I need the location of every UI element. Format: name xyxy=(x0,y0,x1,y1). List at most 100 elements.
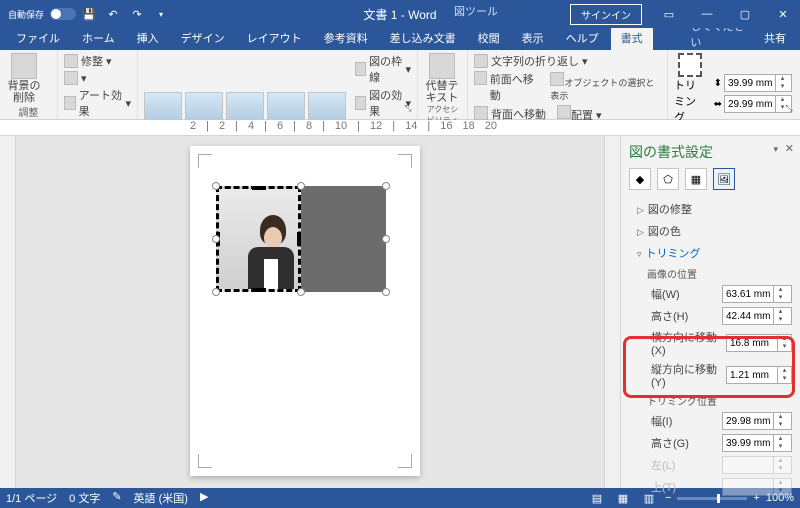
tab-insert[interactable]: 挿入 xyxy=(127,26,169,50)
width-icon: ⬌ xyxy=(714,99,722,110)
fill-line-tab-icon[interactable]: ◆ xyxy=(629,168,651,190)
crop-mark xyxy=(198,154,212,168)
color-icon xyxy=(64,71,78,85)
selection-pane-button[interactable]: オブジェクトの選択と表示 xyxy=(550,72,661,102)
dialog-launcher-icon[interactable]: ⤡ xyxy=(782,103,796,117)
qat-more-icon[interactable]: ▾ xyxy=(150,3,172,25)
ribbon: 背景の 削除 調整 修整 ▾ ▾ アート効果 ▾ 図の枠線 ▾ 図の効果 ▾ 図… xyxy=(0,50,800,120)
proofing-icon[interactable]: ✎ xyxy=(112,490,121,506)
macro-icon[interactable]: ▶ xyxy=(200,490,208,506)
crop-left-input: ▴▾ xyxy=(722,456,792,474)
page-count[interactable]: 1/1 ページ xyxy=(6,490,57,506)
vertical-scrollbar[interactable] xyxy=(604,136,620,488)
crop-mark xyxy=(398,154,412,168)
section-color[interactable]: 図の色 xyxy=(629,220,792,242)
crop-top-input: ▴▾ xyxy=(722,478,792,496)
read-mode-icon[interactable]: ▤ xyxy=(587,490,607,506)
tab-home[interactable]: ホーム xyxy=(72,26,125,50)
remove-background-button[interactable]: 背景の 削除 xyxy=(6,53,42,104)
tab-mailings[interactable]: 差し込み文書 xyxy=(380,26,466,50)
vertical-ruler[interactable] xyxy=(0,136,16,488)
tab-layout[interactable]: レイアウト xyxy=(237,26,312,50)
group-label: 調整 xyxy=(6,104,51,120)
art-icon xyxy=(64,96,76,110)
picture-border-button[interactable]: 図の枠線 ▾ xyxy=(355,53,411,85)
pane-close-icon[interactable]: ✕ xyxy=(785,142,794,155)
crop-region[interactable] xyxy=(216,186,301,292)
resize-handle[interactable] xyxy=(297,182,305,190)
redo-icon[interactable]: ↷ xyxy=(126,3,148,25)
layout-tab-icon[interactable]: ▦ xyxy=(685,168,707,190)
autosave-switch[interactable] xyxy=(50,8,76,20)
tab-review[interactable]: 校閲 xyxy=(468,26,510,50)
effects-icon xyxy=(355,96,366,110)
ribbon-display-icon[interactable]: ▭ xyxy=(652,0,686,28)
fwd-icon xyxy=(474,71,487,85)
document-area[interactable] xyxy=(0,136,620,488)
color-button[interactable]: ▾ xyxy=(64,71,131,85)
horizontal-ruler[interactable]: 2|2|4|6|8|10|12|14|161820 xyxy=(0,120,800,136)
save-icon[interactable]: 💾 xyxy=(78,3,100,25)
tab-help[interactable]: ヘルプ xyxy=(556,26,609,50)
border-icon xyxy=(355,62,366,76)
resize-handle[interactable] xyxy=(382,235,390,243)
tab-format[interactable]: 書式 xyxy=(611,26,653,50)
wrap-icon xyxy=(474,54,488,68)
format-picture-pane: 図の書式設定 ▾ ✕ ◆ ⬠ ▦ 🖼 図の修整 図の色 トリミング 画像の位置 … xyxy=(620,136,800,488)
resize-handle[interactable] xyxy=(212,235,220,243)
resize-handle[interactable] xyxy=(382,182,390,190)
language-button[interactable]: 英語 (米国) xyxy=(134,490,188,506)
pane-menu-icon[interactable]: ▾ xyxy=(773,144,778,155)
resize-handle[interactable] xyxy=(382,288,390,296)
text-wrap-button[interactable]: 文字列の折り返し ▾ xyxy=(474,53,661,69)
person-illustration xyxy=(246,209,296,289)
close-icon[interactable]: ✕ xyxy=(766,0,800,28)
dialog-launcher-icon[interactable]: ⤡ xyxy=(401,103,415,117)
crop-handle-right[interactable] xyxy=(297,232,301,246)
crop-icon xyxy=(678,53,702,77)
field-label: 幅(W) xyxy=(651,286,680,302)
word-count[interactable]: 0 文字 xyxy=(69,490,100,506)
crop-handle-bottom[interactable] xyxy=(252,288,266,292)
field-label: 左(L) xyxy=(651,457,675,473)
field-label: 高さ(H) xyxy=(651,308,688,324)
alt-text-icon xyxy=(429,53,455,79)
effects-tab-icon[interactable]: ⬠ xyxy=(657,168,679,190)
crop-handle-top[interactable] xyxy=(252,186,266,190)
resize-handle[interactable] xyxy=(297,288,305,296)
corrections-button[interactable]: 修整 ▾ xyxy=(64,53,131,69)
share-button[interactable]: 共有 xyxy=(750,26,800,50)
section-corrections[interactable]: 図の修整 xyxy=(629,198,792,220)
signin-button[interactable]: サインイン xyxy=(570,4,642,25)
img-width-input[interactable]: ▴▾ xyxy=(722,285,792,303)
autosave-toggle[interactable]: 自動保存 xyxy=(4,3,48,25)
selected-image[interactable] xyxy=(216,186,386,292)
remove-bg-icon xyxy=(11,53,37,79)
zoom-slider[interactable] xyxy=(677,497,747,500)
resize-handle[interactable] xyxy=(212,288,220,296)
back-icon xyxy=(474,106,488,120)
alt-text-button[interactable]: 代替テ キスト xyxy=(424,53,460,104)
resize-handle[interactable] xyxy=(212,182,220,190)
artistic-effects-button[interactable]: アート効果 ▾ xyxy=(64,87,131,119)
field-label: 上(T) xyxy=(651,479,676,495)
picture-tab-icon[interactable]: 🖼 xyxy=(713,168,735,190)
crop-height-input[interactable]: ▴▾ xyxy=(722,434,792,452)
section-crop[interactable]: トリミング xyxy=(629,242,792,264)
crop-mark xyxy=(398,454,412,468)
img-height-input[interactable]: ▴▾ xyxy=(722,307,792,325)
tab-design[interactable]: デザイン xyxy=(171,26,235,50)
bring-forward-button[interactable]: 前面へ移動 xyxy=(474,71,539,103)
field-label: 幅(I) xyxy=(651,413,672,429)
minimize-icon[interactable]: — xyxy=(690,0,724,28)
crop-width-input[interactable]: ▴▾ xyxy=(722,412,792,430)
zoom-thumb[interactable] xyxy=(717,494,720,503)
tab-references[interactable]: 参考資料 xyxy=(314,26,378,50)
maximize-icon[interactable]: ▢ xyxy=(728,0,762,28)
page xyxy=(190,146,420,476)
align-icon xyxy=(557,105,571,119)
tab-file[interactable]: ファイル xyxy=(6,26,70,50)
shape-height-input[interactable]: ▴▾ xyxy=(724,74,792,92)
tab-view[interactable]: 表示 xyxy=(512,26,554,50)
undo-icon[interactable]: ↶ xyxy=(102,3,124,25)
